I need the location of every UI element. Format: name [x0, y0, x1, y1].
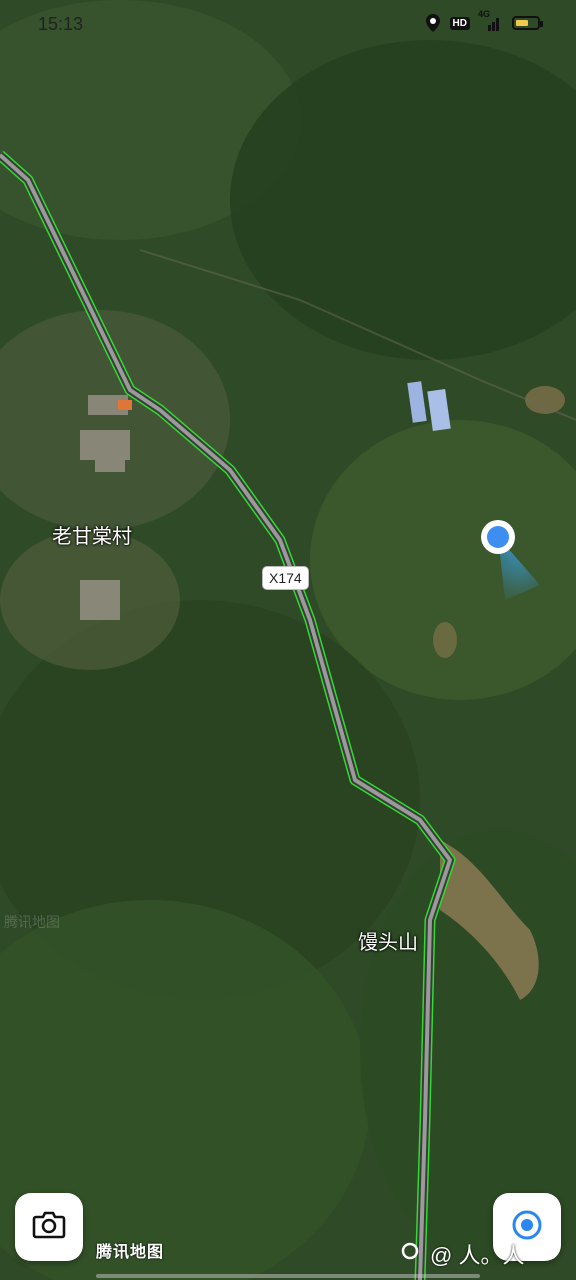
battery-level: [516, 20, 528, 26]
status-time: 15:13: [38, 14, 84, 34]
status-bar: 15:13 HD 4G: [0, 0, 576, 50]
mountain-label[interactable]: 馒头山: [358, 926, 418, 955]
signal-icon: 4G: [478, 9, 502, 31]
satellite-imagery: [0, 0, 576, 1280]
home-indicator[interactable]: [96, 1274, 480, 1278]
camera-icon: [32, 1211, 66, 1244]
village-label[interactable]: 老甘棠村: [52, 520, 132, 549]
hd-icon: HD: [449, 16, 470, 30]
location-pin-icon: [425, 14, 440, 32]
map-watermark: 腾讯地图: [4, 914, 60, 930]
overlay-bubble-icon: [400, 1241, 420, 1267]
satellite-map[interactable]: 腾讯地图 老甘棠村 馒头山 X174: [0, 0, 576, 1280]
status-icons: HD 4G: [425, 9, 543, 32]
battery-icon: [512, 16, 543, 30]
camera-button[interactable]: [15, 1193, 83, 1261]
network-type-label: 4G: [478, 9, 491, 19]
bottom-overlay-text: @ 人。人: [400, 1238, 524, 1270]
overlay-text: @ 人。人: [430, 1243, 525, 1268]
road-shield-x174[interactable]: X174: [262, 566, 309, 590]
tencent-map-logo: 腾讯地图: [96, 1244, 165, 1261]
